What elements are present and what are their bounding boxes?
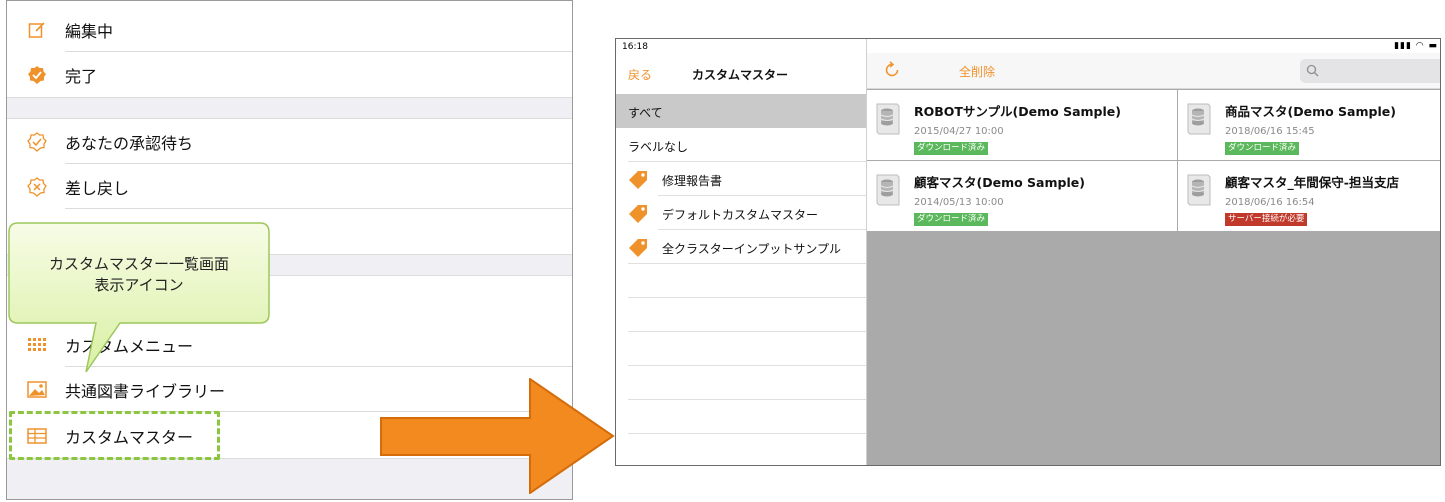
menu-item-awaiting-approval[interactable]: あなたの承認待ち [7,119,572,164]
menu-item-label: 差し戻し [65,178,130,198]
master-date: 2015/04/27 10:00 [914,126,1004,137]
sidebar-item-no-label[interactable]: ラベルなし [616,128,866,162]
arrow-right-icon [380,378,615,494]
callout-bubble [8,222,270,373]
sidebar-item-repair-report[interactable]: 修理報告書 [616,162,866,196]
refresh-icon[interactable] [883,61,901,79]
sidebar-title: カスタムマスター [692,68,789,82]
search-input[interactable] [1300,59,1440,83]
toolbar: 全削除 [867,53,1440,89]
menu-item-sent-back[interactable]: 差し戻し [7,164,572,209]
master-title: 顧客マスタ_年間保守-担当支店 [1225,175,1399,190]
master-card[interactable]: ROBOTサンプル(Demo Sample) 2015/04/27 10:00 … [867,90,1177,160]
menu-item-label: 編集中 [65,21,114,41]
tag-icon [629,205,647,223]
callout-text: カスタムマスター一覧画面 表示アイコン [48,255,229,294]
sidebar-item-cluster-sample[interactable]: 全クラスターインプットサンプル [616,230,866,264]
empty-row [616,298,866,332]
rejected-icon [26,176,48,198]
master-card[interactable]: 顧客マスタ_年間保守-担当支店 2018/06/16 16:54 サーバー接続が… [1178,161,1440,231]
approval-pending-icon [26,131,48,153]
status-time: 16:18 [622,42,648,52]
sidebar-item-label: 全クラスターインプットサンプル [662,242,842,256]
sidebar-item-label: デフォルトカスタムマスター [662,208,819,222]
master-title: 商品マスタ(Demo Sample) [1225,104,1396,119]
search-icon [1306,64,1319,77]
status-badge: ダウンロード済み [914,213,989,226]
sidebar-item-default-master[interactable]: デフォルトカスタムマスター [616,196,866,230]
sidebar-item-label: すべて [628,106,663,120]
empty-row [616,366,866,400]
status-bar: ▮▮▮ ◠ ▬ [867,39,1440,53]
section-divider [7,97,572,119]
database-icon [1187,174,1211,206]
database-icon [876,103,900,135]
menu-item-label: 完了 [65,66,98,86]
menu-item-label: あなたの承認待ち [65,133,194,153]
sidebar-item-all[interactable]: すべて [616,94,866,128]
database-icon [1187,103,1211,135]
main-content: ▮▮▮ ◠ ▬ 全削除 ROBOTサンプル(Demo Sample) 2015/… [867,39,1440,465]
delete-all-button[interactable]: 全削除 [959,63,995,80]
master-title: 顧客マスタ(Demo Sample) [914,175,1085,190]
sidebar: 16:18 戻る カスタムマスター すべて ラベルなし 修理報告書 デフォルトカ… [616,39,867,465]
app-screen: 16:18 戻る カスタムマスター すべて ラベルなし 修理報告書 デフォルトカ… [615,38,1441,466]
tag-icon [629,171,647,189]
status-badge: サーバー接続が必要 [1225,213,1308,226]
menu-item-done[interactable]: 完了 [7,52,572,97]
menu-item-editing[interactable]: 編集中 [7,7,572,52]
check-badge-icon [26,64,48,86]
database-icon [876,174,900,206]
back-button[interactable]: 戻る [628,66,652,83]
status-badge: ダウンロード済み [914,142,989,155]
empty-row [616,264,866,298]
sidebar-item-label: ラベルなし [628,140,689,154]
master-date: 2018/06/16 15:45 [1225,126,1315,137]
sidebar-item-label: 修理報告書 [662,174,723,188]
empty-row [616,332,866,366]
empty-row [616,434,866,465]
master-card[interactable]: 商品マスタ(Demo Sample) 2018/06/16 15:45 ダウンロ… [1178,90,1440,160]
highlight-frame [9,411,220,460]
tag-icon [629,239,647,257]
status-badge: ダウンロード済み [1225,142,1300,155]
master-title: ROBOTサンプル(Demo Sample) [914,104,1121,119]
master-date: 2014/05/13 10:00 [914,197,1004,208]
edit-icon [26,19,48,41]
master-date: 2018/06/16 16:54 [1225,197,1315,208]
empty-row [616,400,866,434]
signal-wifi-battery-icon: ▮▮▮ ◠ ▬ [1394,41,1438,51]
divider [65,208,572,209]
master-card[interactable]: 顧客マスタ(Demo Sample) 2014/05/13 10:00 ダウンロ… [867,161,1177,231]
